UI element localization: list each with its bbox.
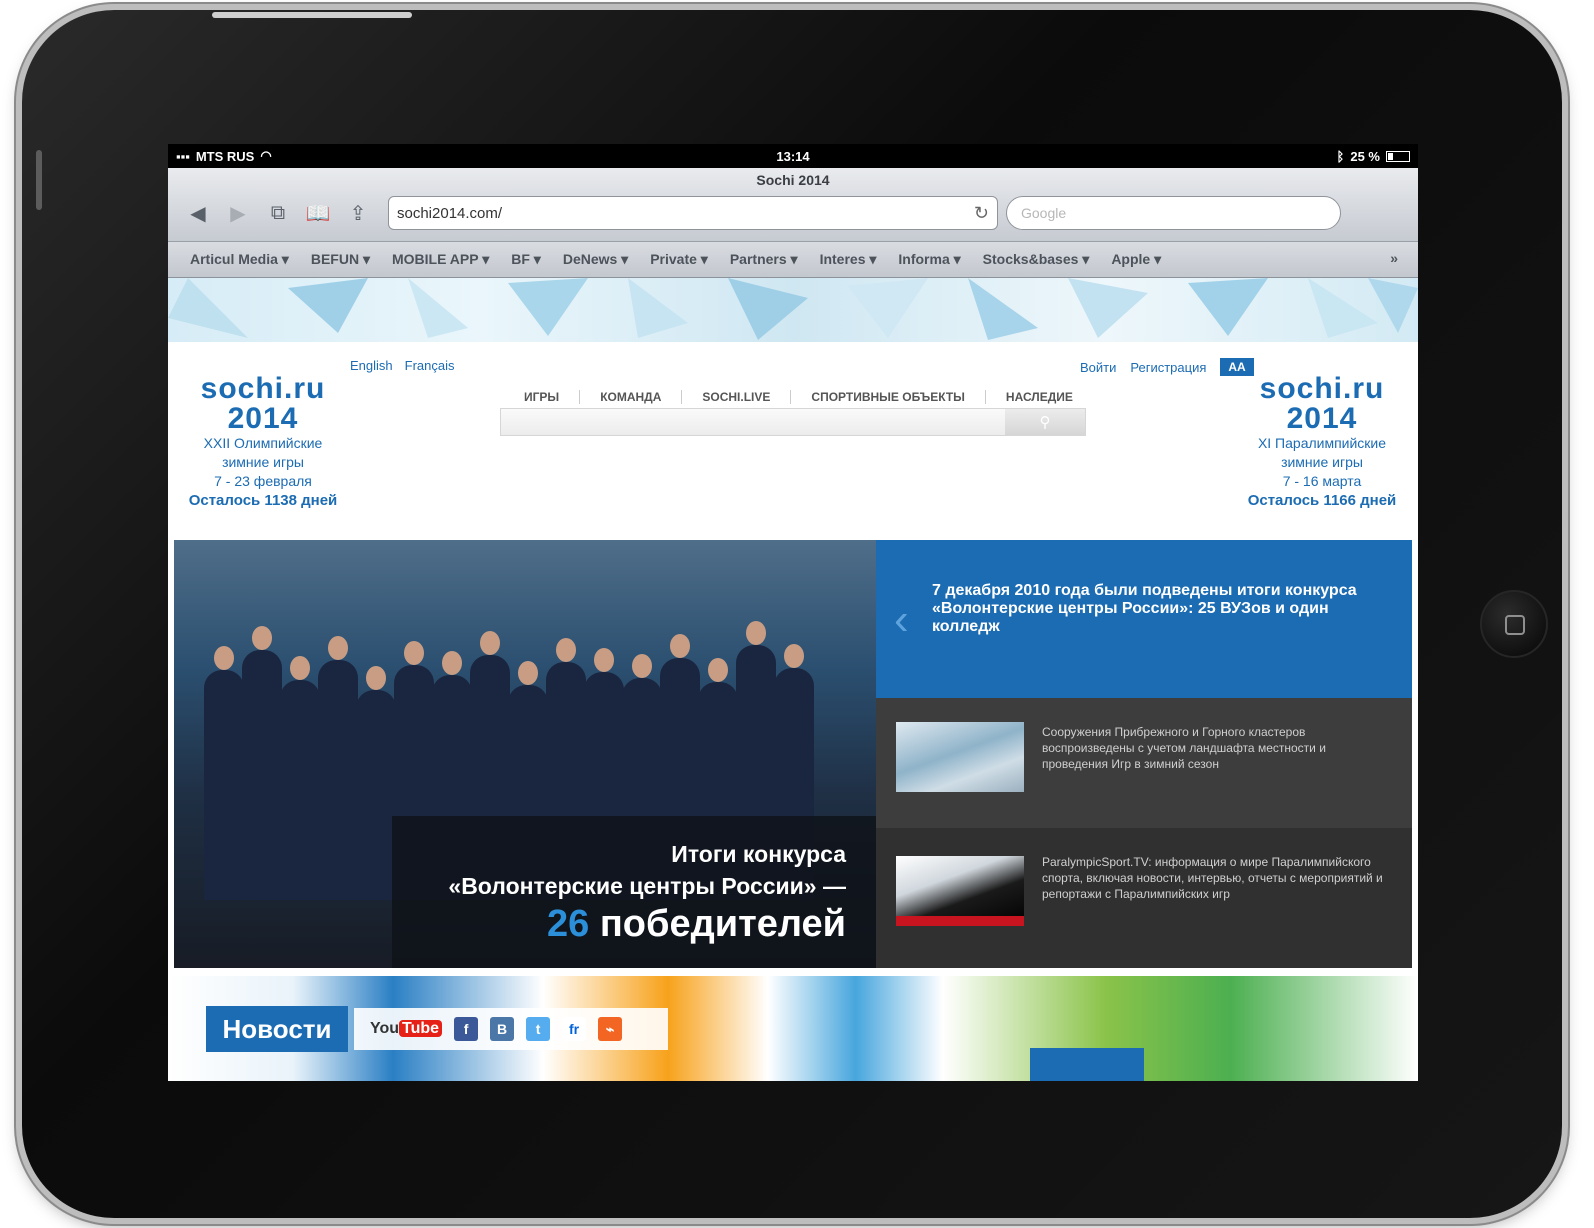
olympic-dates: 7 - 23 февраля [214, 473, 312, 489]
news-item[interactable]: Сооружения Прибрежного и Горного кластер… [876, 698, 1412, 828]
clock: 13:14 [776, 148, 810, 164]
olympic-games-title: XXII Олимпийские [203, 435, 323, 451]
side-switch [36, 150, 42, 210]
paralympic-games-subtitle: зимние игры [1281, 454, 1363, 470]
video-tab[interactable] [1030, 1048, 1144, 1081]
bookmark-interes[interactable]: Interes ▾ [820, 251, 877, 268]
battery-percent: 25 % [1350, 148, 1380, 164]
feature-image[interactable]: Итоги конкурса «Волонтерские центры Росс… [174, 540, 876, 968]
login-link[interactable]: Войти [1080, 360, 1116, 375]
screen: ▪▪▪ MTS RUS ◠ 13:14 ᛒ 25 % Sochi 2014 ◀ … [168, 144, 1418, 1081]
search-placeholder: Google [1021, 205, 1067, 221]
twitter-icon[interactable]: t [526, 1017, 551, 1041]
tabs-icon[interactable]: ⧉ [258, 202, 298, 225]
bookmark-stocks-bases[interactable]: Stocks&bases ▾ [983, 251, 1090, 268]
news-section-banner: Новости You Tube f B t fr ⌁ [168, 976, 1418, 1081]
site-search-input[interactable] [501, 409, 1005, 435]
caption-line2: «Волонтерские центры России» — [448, 873, 846, 899]
paralympic-logo-block[interactable]: sochi.ru 2014 XI Паралимпийские зимние и… [1230, 374, 1414, 510]
caption-word: победителей [599, 903, 846, 945]
lang-english-link[interactable]: English [350, 358, 393, 373]
nav-sochi-live[interactable]: SOCHI.LIVE [682, 390, 792, 404]
news-thumbnail [896, 856, 1024, 926]
sochi-paralympic-logo: sochi.ru 2014 [1259, 372, 1385, 435]
olympic-logo-block[interactable]: sochi.ru 2014 XXII Олимпийские зимние иг… [178, 374, 348, 510]
bluetooth-icon: ᛒ [1336, 148, 1345, 164]
news-item[interactable]: ParalympicSport.TV: информация о мире Па… [876, 828, 1412, 968]
back-icon[interactable]: ◀ [178, 201, 218, 226]
site-nav: ИГРЫ КОМАНДА SOCHI.LIVE СПОРТИВНЫЕ ОБЪЕК… [504, 390, 1093, 404]
paralympic-countdown: Осталось 1166 дней [1247, 492, 1397, 509]
news-thumbnail [896, 722, 1024, 792]
nav-venues[interactable]: СПОРТИВНЫЕ ОБЪЕКТЫ [791, 390, 986, 404]
bookmark-partners[interactable]: Partners ▾ [730, 251, 798, 268]
rss-icon[interactable]: ⌁ [598, 1017, 623, 1041]
bookmark-denews[interactable]: DeNews ▾ [563, 251, 628, 268]
crystal-pattern [168, 278, 1418, 340]
forward-icon[interactable]: ▶ [218, 201, 258, 226]
paralympic-dates: 7 - 16 марта [1282, 473, 1362, 489]
olympic-games-subtitle: зимние игры [222, 454, 304, 470]
site-search-button[interactable]: ⚲ [1005, 409, 1085, 435]
battery-icon [1386, 150, 1410, 162]
share-icon[interactable]: ⇪ [338, 201, 378, 226]
paralympic-games-title: XI Паралимпийские [1257, 435, 1387, 451]
feature-caption: Итоги конкурса «Волонтерские центры Росс… [392, 816, 876, 968]
browser-toolbar: Sochi 2014 ◀ ▶ ⧉ 📖 ⇪ sochi2014.com/ ↻ Go… [168, 168, 1418, 242]
flickr-icon[interactable]: fr [562, 1017, 587, 1041]
bookmark-apple[interactable]: Apple ▾ [1111, 251, 1161, 268]
prev-arrow-icon[interactable]: ‹ [894, 598, 909, 642]
headline-text: 7 декабря 2010 года были подведены итоги… [932, 582, 1357, 635]
nav-team[interactable]: КОМАНДА [580, 390, 683, 404]
wifi-icon: ◠ [260, 148, 272, 163]
facebook-icon[interactable]: f [454, 1017, 479, 1041]
bookmarks-bar: Articul Media ▾ BEFUN ▾ MOBILE APP ▾ BF … [168, 242, 1418, 278]
home-square-icon [1505, 615, 1525, 635]
social-links: You Tube f B t fr ⌁ [354, 1008, 668, 1050]
site-search: ⚲ [500, 408, 1086, 436]
address-bar[interactable]: sochi2014.com/ ↻ [388, 196, 998, 230]
bookmark-private[interactable]: Private ▾ [650, 251, 708, 268]
bookmarks-icon[interactable]: 📖 [298, 201, 338, 226]
bookmark-mobile-app[interactable]: MOBILE APP ▾ [392, 251, 489, 268]
lang-francais-link[interactable]: Français [405, 358, 455, 373]
news-text: Сооружения Прибрежного и Горного кластер… [1042, 725, 1326, 771]
status-bar: ▪▪▪ MTS RUS ◠ 13:14 ᛒ 25 % [168, 144, 1418, 168]
url-text: sochi2014.com/ [397, 204, 503, 222]
bookmark-bf[interactable]: BF ▾ [511, 251, 541, 268]
caption-line1: Итоги конкурса [671, 841, 846, 867]
nav-legacy[interactable]: НАСЛЕДИЕ [986, 390, 1093, 404]
caption-line3: 26 победителей [392, 902, 846, 946]
search-input[interactable]: Google [1006, 196, 1341, 230]
bookmark-informa[interactable]: Informa ▾ [898, 251, 960, 268]
reload-icon[interactable]: ↻ [974, 203, 989, 224]
nav-games[interactable]: ИГРЫ [504, 390, 581, 404]
carrier-label: MTS RUS [195, 148, 255, 164]
home-button[interactable] [1480, 590, 1548, 658]
olympic-countdown: Осталось 1138 дней [188, 492, 338, 509]
news-tab[interactable]: Новости [206, 1006, 348, 1052]
register-link[interactable]: Регистрация [1130, 360, 1206, 375]
web-page: English Français Войти Регистрация AA so… [168, 278, 1418, 1081]
sochi-logo: sochi.ru 2014 [200, 372, 326, 435]
youtube-icon[interactable]: You Tube [370, 1020, 443, 1038]
news-text: ParalympicSport.TV: информация о мире Па… [1042, 855, 1383, 901]
search-icon: ⚲ [1039, 414, 1051, 431]
bookmark-articul-media[interactable]: Articul Media ▾ [190, 251, 289, 268]
headline-panel[interactable]: ‹ 7 декабря 2010 года были подведены ито… [876, 540, 1412, 698]
page-title: Sochi 2014 [756, 172, 830, 188]
crystal-banner [168, 278, 1418, 342]
vk-icon[interactable]: B [490, 1017, 515, 1041]
signal-icon: ▪▪▪ [176, 148, 190, 164]
power-button [212, 12, 412, 18]
bookmarks-more-button[interactable]: » [1390, 250, 1398, 266]
caption-number: 26 [547, 903, 590, 945]
bookmark-befun[interactable]: BEFUN ▾ [311, 251, 370, 268]
